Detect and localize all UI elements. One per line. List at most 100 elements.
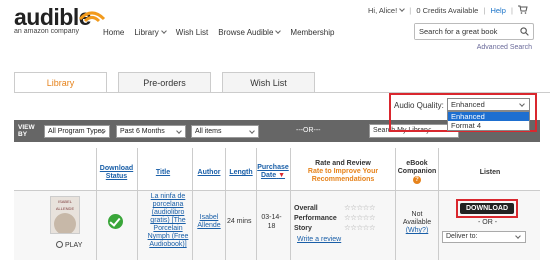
nav-library[interactable]: Library <box>134 28 167 37</box>
search-input[interactable] <box>415 24 515 39</box>
header-author[interactable]: Author <box>194 169 224 177</box>
deliver-to-value: Deliver to: <box>446 233 478 240</box>
rating-stars[interactable]: ☆☆☆☆☆ ☆☆☆☆☆ ☆☆☆☆☆ <box>344 203 376 233</box>
column-divider <box>256 148 257 260</box>
nav-home-label: Home <box>103 28 125 37</box>
header-download-status-line1: Download <box>99 165 134 172</box>
nav-wishlist[interactable]: Wish List <box>176 28 208 37</box>
or-separator: - OR - <box>478 219 498 226</box>
advanced-search-link[interactable]: Advanced Search <box>477 44 532 51</box>
ebook-companion-status: Not Available (Why?) <box>398 211 436 235</box>
time-period-select[interactable]: Past 6 Months <box>116 125 186 138</box>
nav-wishlist-label: Wish List <box>175 28 209 37</box>
nav-membership-label: Membership <box>290 28 335 37</box>
rating-label-story: Story <box>294 225 312 232</box>
audible-logo[interactable]: audible an amazon company <box>14 4 106 44</box>
items-select[interactable]: All items <box>191 125 259 138</box>
audible-waves-icon <box>78 11 106 23</box>
book-length: 24 mins <box>227 218 252 225</box>
header-purchase-date[interactable]: Purchase Date ▼ <box>257 164 289 180</box>
download-highlight: DOWNLOAD <box>456 199 518 218</box>
cover-text-line1: ISABEL <box>57 199 72 204</box>
column-divider <box>290 148 291 260</box>
audio-quality-value: Enhanced <box>451 100 485 109</box>
cover-art <box>54 213 76 233</box>
header-purchase-date-text: Date <box>260 172 277 179</box>
book-cover-image[interactable]: ISABEL ALLENDE <box>50 196 80 234</box>
audio-quality-select[interactable]: Enhanced <box>447 98 530 111</box>
book-title-link[interactable]: La ninfa de porcelana (audiolibro gratis… <box>143 193 193 249</box>
header-ebook-line2: Companion <box>397 168 437 175</box>
nav-home[interactable]: Home <box>103 28 124 37</box>
view-by-line1: VIEW <box>18 124 35 131</box>
help-link[interactable]: Help <box>490 6 505 15</box>
divider: | <box>510 6 513 15</box>
time-period-value: Past 6 Months <box>120 128 165 135</box>
ebook-why-link[interactable]: (Why?) <box>406 227 429 234</box>
chevron-down-icon <box>249 128 255 134</box>
divider: | <box>483 6 486 15</box>
star-rating-performance[interactable]: ☆☆☆☆☆ <box>344 213 376 223</box>
tab-library[interactable]: Library <box>14 72 107 92</box>
site-search <box>414 23 534 40</box>
or-separator: ---OR--- <box>296 127 321 134</box>
search-icon[interactable] <box>520 27 529 36</box>
nav-membership[interactable]: Membership <box>290 28 334 37</box>
chevron-down-icon <box>519 101 525 107</box>
chevron-down-icon <box>160 28 167 34</box>
play-button[interactable]: PLAY <box>56 240 82 249</box>
help-icon[interactable]: ? <box>413 176 421 184</box>
column-divider <box>438 148 439 260</box>
view-by-line2: BY <box>18 131 28 138</box>
main-nav: Home Library Wish List Browse Audible Me… <box>103 28 344 37</box>
tab-wish-list[interactable]: Wish List <box>222 72 315 92</box>
ebook-status-line1: Not <box>411 211 423 218</box>
chevron-down-icon <box>176 128 182 134</box>
library-tabs: Library Pre-orders Wish List <box>14 72 315 92</box>
audio-quality-label: Audio Quality: <box>394 101 444 110</box>
header-title[interactable]: Title <box>148 169 178 177</box>
header-ebook-companion: eBook Companion ? <box>397 160 437 184</box>
user-greeting[interactable]: Hi, Alice! <box>368 6 397 15</box>
items-value: All items <box>195 128 222 135</box>
rating-label-performance: Performance <box>294 215 337 222</box>
header-download-status[interactable]: Download Status <box>98 165 135 181</box>
header-rate-sub-line1: Rate to Improve Your <box>307 168 379 175</box>
nav-browse-label: Browse Audible <box>218 28 274 37</box>
deliver-to-select[interactable]: Deliver to: <box>442 231 526 243</box>
cover-text-line2: ALLENDE <box>55 206 75 211</box>
divider: | <box>409 6 412 15</box>
credits-available: 0 Credits Available <box>416 6 479 15</box>
star-rating-overall[interactable]: ☆☆☆☆☆ <box>344 203 376 213</box>
header-rate-review: Rate and Review Rate to Improve Your Rec… <box>293 160 393 184</box>
play-icon <box>56 241 63 248</box>
write-review-link[interactable]: Write a review <box>297 236 341 243</box>
author-link[interactable]: Isabel Allende <box>196 214 222 230</box>
purchase-date: 03-14-18 <box>261 214 282 230</box>
star-rating-story[interactable]: ☆☆☆☆☆ <box>344 223 376 233</box>
download-button[interactable]: DOWNLOAD <box>460 203 514 214</box>
nav-browse[interactable]: Browse Audible <box>218 28 282 37</box>
header-rate-sub-line2: Recommendations <box>311 176 375 183</box>
header-rate-review-title: Rate and Review <box>315 160 371 167</box>
audio-quality-option-format4[interactable]: Format 4 <box>448 121 529 130</box>
audio-quality-option-enhanced[interactable]: Enhanced <box>448 112 529 121</box>
program-type-select[interactable]: All Program Types <box>44 125 110 138</box>
chevron-down-icon <box>275 28 282 34</box>
play-label: PLAY <box>65 242 83 249</box>
header-ebook-line1: eBook <box>406 160 428 167</box>
user-nav: Hi, Alice! | 0 Credits Available | Help … <box>368 5 528 15</box>
chevron-down-icon <box>399 6 406 12</box>
column-divider <box>225 148 226 260</box>
download-complete-icon <box>108 214 123 229</box>
header-purchase-date-line1: Purchase <box>257 164 289 171</box>
tab-pre-orders[interactable]: Pre-orders <box>118 72 211 92</box>
header-purchase-date-line2: Date ▼ <box>257 172 289 180</box>
header-listen: Listen <box>479 169 501 176</box>
header-length[interactable]: Length <box>227 169 255 177</box>
view-by-label: VIEW BY <box>18 124 35 138</box>
audio-quality-options: Enhanced Format 4 <box>447 111 530 131</box>
ebook-status-line2: Available <box>402 219 432 226</box>
rating-labels: Overall Performance Story <box>294 204 337 234</box>
cart-icon[interactable] <box>518 5 528 14</box>
